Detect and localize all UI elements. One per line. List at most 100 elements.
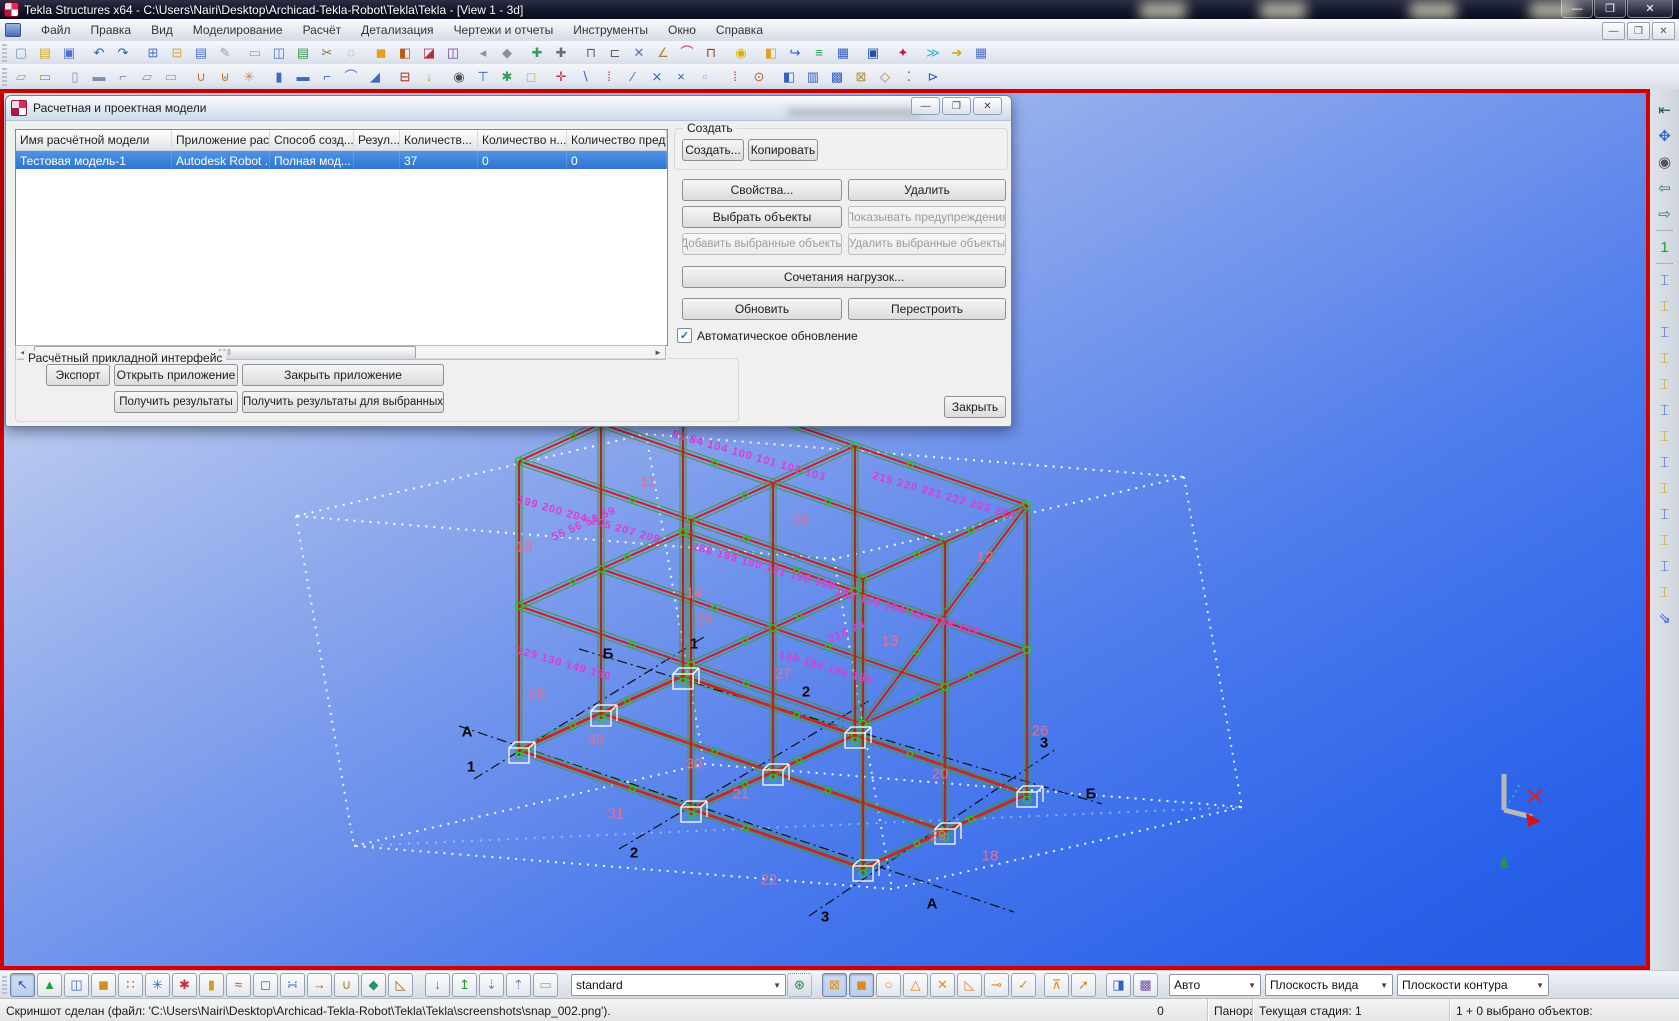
- mirror-icon[interactable]: ◫: [441, 42, 465, 64]
- catalog-icon[interactable]: ▦: [831, 42, 855, 64]
- child-window-icon[interactable]: [5, 23, 21, 37]
- screenshot-icon[interactable]: ▩: [1133, 973, 1158, 997]
- rebar-icon[interactable]: ⊎: [213, 66, 237, 88]
- child-minimize-button[interactable]: —: [1602, 22, 1625, 40]
- component-catalog-icon[interactable]: ⊤: [471, 66, 495, 88]
- copy-button[interactable]: Копировать: [748, 139, 818, 161]
- auto-update-checkbox[interactable]: ✓ Автоматическое обновление: [677, 328, 858, 343]
- back-icon[interactable]: ⇦: [1652, 175, 1678, 201]
- select-object-toggle[interactable]: ◼: [91, 973, 116, 997]
- snap-ortho-toggle[interactable]: ➚: [1071, 973, 1096, 997]
- bracing-connection-icon[interactable]: ⌶: [1652, 527, 1678, 553]
- work-plane-combo[interactable]: Плоскость вида ▼: [1265, 974, 1393, 996]
- select-assembly-level-icon[interactable]: ↓: [425, 973, 450, 997]
- concrete-panel-icon[interactable]: ▱: [135, 66, 159, 88]
- menu-help[interactable]: Справка: [706, 21, 773, 39]
- fit-plane-icon[interactable]: ⊓: [579, 42, 603, 64]
- snap-points-icon[interactable]: ⁚: [897, 66, 921, 88]
- menu-edit[interactable]: Правка: [81, 21, 142, 39]
- select-all-toggle[interactable]: ↖: [10, 973, 35, 997]
- snap-settings-button[interactable]: ⊛: [787, 973, 812, 997]
- selection-filter-combo[interactable]: standard ▼: [571, 974, 786, 996]
- create-point-icon[interactable]: ◼: [369, 42, 393, 64]
- concrete-polybeam-icon[interactable]: ⌐: [111, 66, 135, 88]
- select-assembly-toggle[interactable]: ◫: [64, 973, 89, 997]
- concrete-pad-icon[interactable]: ▱: [9, 66, 33, 88]
- gusset-icon[interactable]: ⌶: [1652, 501, 1678, 527]
- select-point-toggle[interactable]: ∷: [118, 973, 143, 997]
- dialog-minimize-button[interactable]: —: [911, 97, 940, 115]
- select-plane-toggle[interactable]: ◆: [361, 973, 386, 997]
- database-icon[interactable]: ▣: [861, 42, 885, 64]
- list-icon[interactable]: ≡: [807, 42, 831, 64]
- new-document-icon[interactable]: ▢: [9, 42, 33, 64]
- delete-button[interactable]: Удалить: [848, 179, 1006, 201]
- dialog-close-x-button[interactable]: ✕: [973, 97, 1002, 115]
- child-close-button[interactable]: ✕: [1652, 22, 1675, 40]
- base-plate-icon[interactable]: ⌶: [1652, 423, 1678, 449]
- view-list-icon[interactable]: ◫: [267, 42, 291, 64]
- tekla-tool-icon[interactable]: ✦: [891, 42, 915, 64]
- dim-icon[interactable]: ⁞: [723, 66, 747, 88]
- phase-icon[interactable]: ▭: [533, 973, 558, 997]
- column-header[interactable]: Количество предупр: [567, 130, 667, 150]
- properties-button[interactable]: Свойства...: [682, 179, 842, 201]
- concrete-beam-icon[interactable]: ▬: [87, 66, 111, 88]
- line-tool-icon[interactable]: ∖: [573, 66, 597, 88]
- snap-perpendicular-toggle[interactable]: ◺: [957, 973, 982, 997]
- child-restore-button[interactable]: ❐: [1627, 22, 1650, 40]
- seat-connection-icon[interactable]: ⌶: [1652, 579, 1678, 605]
- moment-connection-icon[interactable]: ⌶: [1652, 345, 1678, 371]
- remove-selected-button[interactable]: Удалить выбранные объекты: [848, 233, 1006, 255]
- shear-plate-icon[interactable]: ⌶: [1652, 371, 1678, 397]
- stiffener-icon[interactable]: ⌶: [1652, 449, 1678, 475]
- chamfer-icon[interactable]: ∠: [651, 42, 675, 64]
- arc-icon[interactable]: ⌒: [675, 42, 699, 64]
- get-results-button[interactable]: Получить результаты: [114, 391, 238, 413]
- mesh-icon[interactable]: ✳: [237, 66, 261, 88]
- open-application-button[interactable]: Открыть приложение: [114, 364, 238, 386]
- rebuild-button[interactable]: Перестроить: [848, 298, 1006, 320]
- show-warnings-button[interactable]: Показывать предупреждения: [848, 206, 1006, 228]
- menu-tools[interactable]: Инструменты: [563, 21, 658, 39]
- select-object-level-icon[interactable]: ↥: [452, 973, 477, 997]
- point-tool-icon[interactable]: ✛: [549, 66, 573, 88]
- weld-icon[interactable]: ↓: [417, 66, 441, 88]
- window-pair-icon[interactable]: ▥: [801, 66, 825, 88]
- work-plane-icon[interactable]: ⊠: [849, 66, 873, 88]
- connection-icon[interactable]: ⌶: [1652, 267, 1678, 293]
- grab-icon[interactable]: ◇: [873, 66, 897, 88]
- end-plate-icon[interactable]: ⇤: [1652, 97, 1678, 123]
- select-objects-button[interactable]: Выбрать объекты: [682, 206, 842, 228]
- snap-points-toggle[interactable]: ⊠: [822, 973, 847, 997]
- column-header[interactable]: Имя расчётной модели: [16, 130, 172, 150]
- pointer-tool-icon[interactable]: ⊳: [921, 66, 945, 88]
- snap-intersection-toggle[interactable]: ✕: [930, 973, 955, 997]
- steel-column-icon[interactable]: ▮: [267, 66, 291, 88]
- column-header[interactable]: Резул...: [354, 130, 400, 150]
- level-down-icon[interactable]: ⇣: [479, 973, 504, 997]
- level-up-icon[interactable]: ⇡: [506, 973, 531, 997]
- menu-analysis[interactable]: Расчёт: [293, 21, 352, 39]
- snap-center-toggle[interactable]: ○: [876, 973, 901, 997]
- extend-icon[interactable]: ∕: [621, 66, 645, 88]
- add-gray-icon[interactable]: ✚: [549, 42, 573, 64]
- curved-beam-icon[interactable]: ⌒: [339, 66, 363, 88]
- small-box-icon[interactable]: ▫: [693, 66, 717, 88]
- snap-midpoint-toggle[interactable]: △: [903, 973, 928, 997]
- save-icon[interactable]: ▣: [57, 42, 81, 64]
- end-plate-connection-icon[interactable]: ⌶: [1652, 293, 1678, 319]
- snap-extension-toggle[interactable]: ⊸: [984, 973, 1009, 997]
- undo-icon[interactable]: ↶: [87, 42, 111, 64]
- menu-window[interactable]: Окно: [658, 21, 706, 39]
- models-table[interactable]: Имя расчётной моделиПриложение рас...Спо…: [15, 129, 668, 346]
- close-application-button[interactable]: Закрыть приложение: [242, 364, 444, 386]
- paste-icon[interactable]: ▤: [189, 42, 213, 64]
- keyboard-icon[interactable]: ▦: [969, 42, 993, 64]
- snap-nearest-toggle[interactable]: ✓: [1011, 973, 1036, 997]
- rendering-options-icon[interactable]: ◨: [1106, 973, 1131, 997]
- custom-component-icon[interactable]: ✱: [495, 66, 519, 88]
- select-view-toggle[interactable]: ◺: [388, 973, 413, 997]
- export-icon[interactable]: ➔: [945, 42, 969, 64]
- snap-endpoint-toggle[interactable]: ◼: [849, 973, 874, 997]
